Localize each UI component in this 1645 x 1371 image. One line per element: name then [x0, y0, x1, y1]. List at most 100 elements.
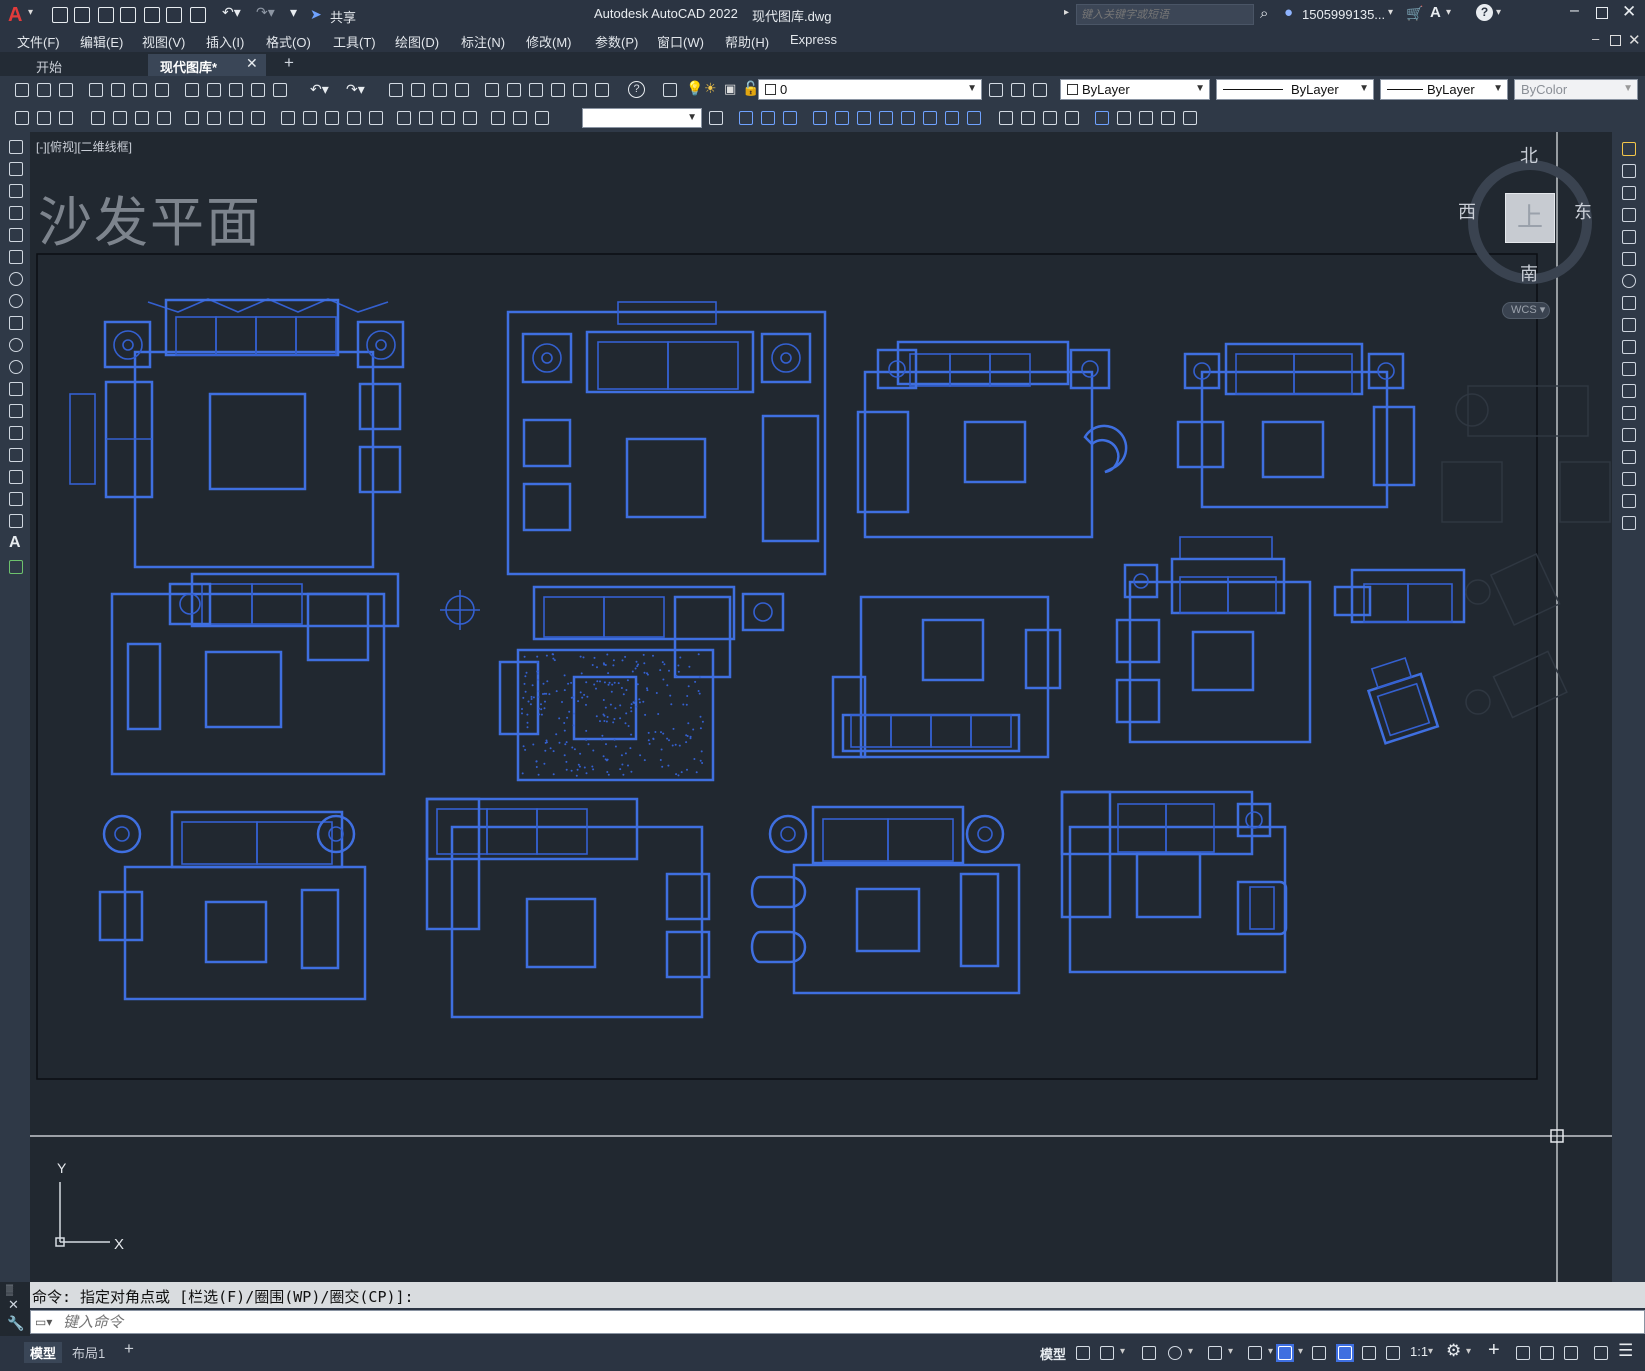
extend-side-icon[interactable] [1620, 360, 1638, 378]
rotate-icon[interactable] [876, 108, 896, 128]
annotation-scale-value[interactable]: 1:1 [1410, 1344, 1428, 1359]
share-icon[interactable]: ➤ [310, 6, 322, 23]
boundary-icon[interactable] [1180, 108, 1200, 128]
table-icon[interactable] [7, 512, 25, 530]
quick-properties-icon[interactable] [1538, 1344, 1556, 1362]
plotstyle-dropdown[interactable]: ByColor ▼ [1514, 79, 1638, 100]
hatch-icon[interactable] [7, 446, 25, 464]
group-icon[interactable] [1114, 108, 1134, 128]
publish-icon[interactable] [144, 7, 160, 23]
minimize-icon[interactable]: – [1570, 2, 1579, 20]
properties-icon[interactable] [482, 80, 502, 100]
move-side-icon[interactable] [1620, 250, 1638, 268]
trim-side-icon[interactable] [1620, 338, 1638, 356]
menu-modify[interactable]: 修改(M) [526, 32, 572, 51]
sofa-set-5[interactable] [110, 572, 400, 776]
command-prompt-icon[interactable]: ▭▾ [35, 1315, 52, 1329]
inspection-icon[interactable] [438, 108, 458, 128]
region-icon[interactable] [1158, 108, 1178, 128]
zoom-previous-icon[interactable] [452, 80, 472, 100]
menu-dimension[interactable]: 标注(N) [461, 32, 505, 51]
layer-properties-icon[interactable] [660, 80, 680, 100]
tab-start[interactable]: 开始 [24, 54, 144, 76]
sofa-set-10[interactable] [98, 810, 367, 1001]
chamfer-icon[interactable] [1040, 108, 1060, 128]
offset-side-icon[interactable] [1620, 206, 1638, 224]
layout-tab-layout1[interactable]: 布局1 [72, 1343, 105, 1362]
trim-icon[interactable] [942, 108, 962, 128]
break-point-side-icon[interactable] [1620, 382, 1638, 400]
calculator-icon[interactable] [592, 80, 612, 100]
open-file-icon[interactable] [34, 80, 54, 100]
user-name[interactable]: 1505999135... [1302, 7, 1385, 22]
stretch-side-icon[interactable] [1620, 316, 1638, 334]
customize-qat-icon[interactable]: ▾ [290, 4, 297, 21]
insert-block-icon[interactable] [7, 380, 25, 398]
mirror-side-icon[interactable] [1620, 184, 1638, 202]
circle-icon[interactable] [7, 270, 25, 288]
sofa-set-4[interactable] [1176, 342, 1416, 509]
new-tab-icon[interactable]: + [284, 53, 294, 73]
grip-icon[interactable]: ▒ [6, 1285, 13, 1296]
snap-icon[interactable] [1098, 1344, 1116, 1362]
layer-state-icon[interactable] [1030, 80, 1050, 100]
tool-palettes-icon[interactable] [526, 80, 546, 100]
make-current-layer-icon[interactable] [986, 80, 1006, 100]
ellipse-icon[interactable] [7, 336, 25, 354]
menu-format[interactable]: 格式(O) [266, 32, 311, 51]
undo-toolbar-icon[interactable]: ↶▾ [310, 81, 329, 98]
tab-close-icon[interactable]: ✕ [246, 55, 258, 72]
snap-chevron-icon[interactable]: ▾ [1120, 1346, 1125, 1357]
tolerance-icon[interactable] [394, 108, 414, 128]
online-icon[interactable] [152, 80, 172, 100]
revision-cloud-icon[interactable] [7, 292, 25, 310]
doc-close-icon[interactable]: ✕ [1628, 31, 1641, 49]
layer-on-icon[interactable]: 💡 [686, 80, 703, 97]
rectangle-icon[interactable] [7, 226, 25, 244]
viewcube-east[interactable]: 东 [1574, 198, 1592, 224]
construction-line-icon[interactable] [7, 160, 25, 178]
close-icon[interactable]: ✕ [1622, 2, 1636, 22]
scale-side-icon[interactable] [1620, 294, 1638, 312]
tool-2-icon[interactable] [34, 108, 54, 128]
menu-view[interactable]: 视图(V) [142, 32, 185, 51]
viewcube-south[interactable]: 南 [1520, 260, 1538, 286]
jogged-linear-icon[interactable] [460, 108, 480, 128]
drawing-geometry[interactable] [30, 132, 1612, 1282]
customization-menu-icon[interactable]: ☰ [1618, 1341, 1633, 1361]
menu-draw[interactable]: 绘图(D) [395, 32, 439, 51]
add-selected-icon[interactable] [7, 558, 25, 576]
block-editor-icon[interactable] [270, 80, 290, 100]
auto-scale-icon[interactable] [1360, 1344, 1378, 1362]
saveas-icon[interactable] [120, 7, 136, 23]
multiline-text-icon[interactable]: A [9, 534, 21, 552]
sofa-set-12[interactable] [750, 805, 1021, 995]
viewcube-face[interactable]: 上 [1505, 193, 1555, 243]
copy-object-icon[interactable] [758, 108, 778, 128]
mirror-icon[interactable] [780, 108, 800, 128]
dimension-text-edit-icon[interactable] [510, 108, 530, 128]
preview-icon[interactable] [108, 80, 128, 100]
app-menu-chevron-icon[interactable]: ▾ [28, 7, 33, 18]
array-side-icon[interactable] [1620, 228, 1638, 246]
region-draw-icon[interactable] [7, 490, 25, 508]
offset-icon[interactable] [810, 108, 830, 128]
rotate-side-icon[interactable] [1620, 272, 1638, 290]
continue-dimension-icon[interactable] [322, 108, 342, 128]
diameter-dimension-icon[interactable] [226, 108, 246, 128]
grid-icon[interactable] [1074, 1344, 1092, 1362]
command-input-box[interactable]: ▭▾ [30, 1310, 1645, 1334]
dimension-edit-icon[interactable] [488, 108, 508, 128]
graphics-performance-icon[interactable] [1562, 1344, 1580, 1362]
open-icon[interactable] [74, 7, 90, 23]
zoom-realtime-icon[interactable] [408, 80, 428, 100]
chamfer-side-icon[interactable] [1620, 448, 1638, 466]
isodraft-chevron-icon[interactable]: ▾ [1228, 1346, 1233, 1357]
linetype-dropdown[interactable]: ByLayer ▼ [1216, 79, 1374, 100]
workspace-gear-icon[interactable]: ⚙ [1446, 1341, 1461, 1361]
polar-chevron-icon[interactable]: ▾ [1188, 1346, 1193, 1357]
scale-chevron-icon[interactable]: ▾ [1428, 1346, 1433, 1357]
ortho-icon[interactable] [1140, 1344, 1158, 1362]
center-mark-icon[interactable] [416, 108, 436, 128]
erase-side-icon[interactable] [1620, 140, 1638, 158]
